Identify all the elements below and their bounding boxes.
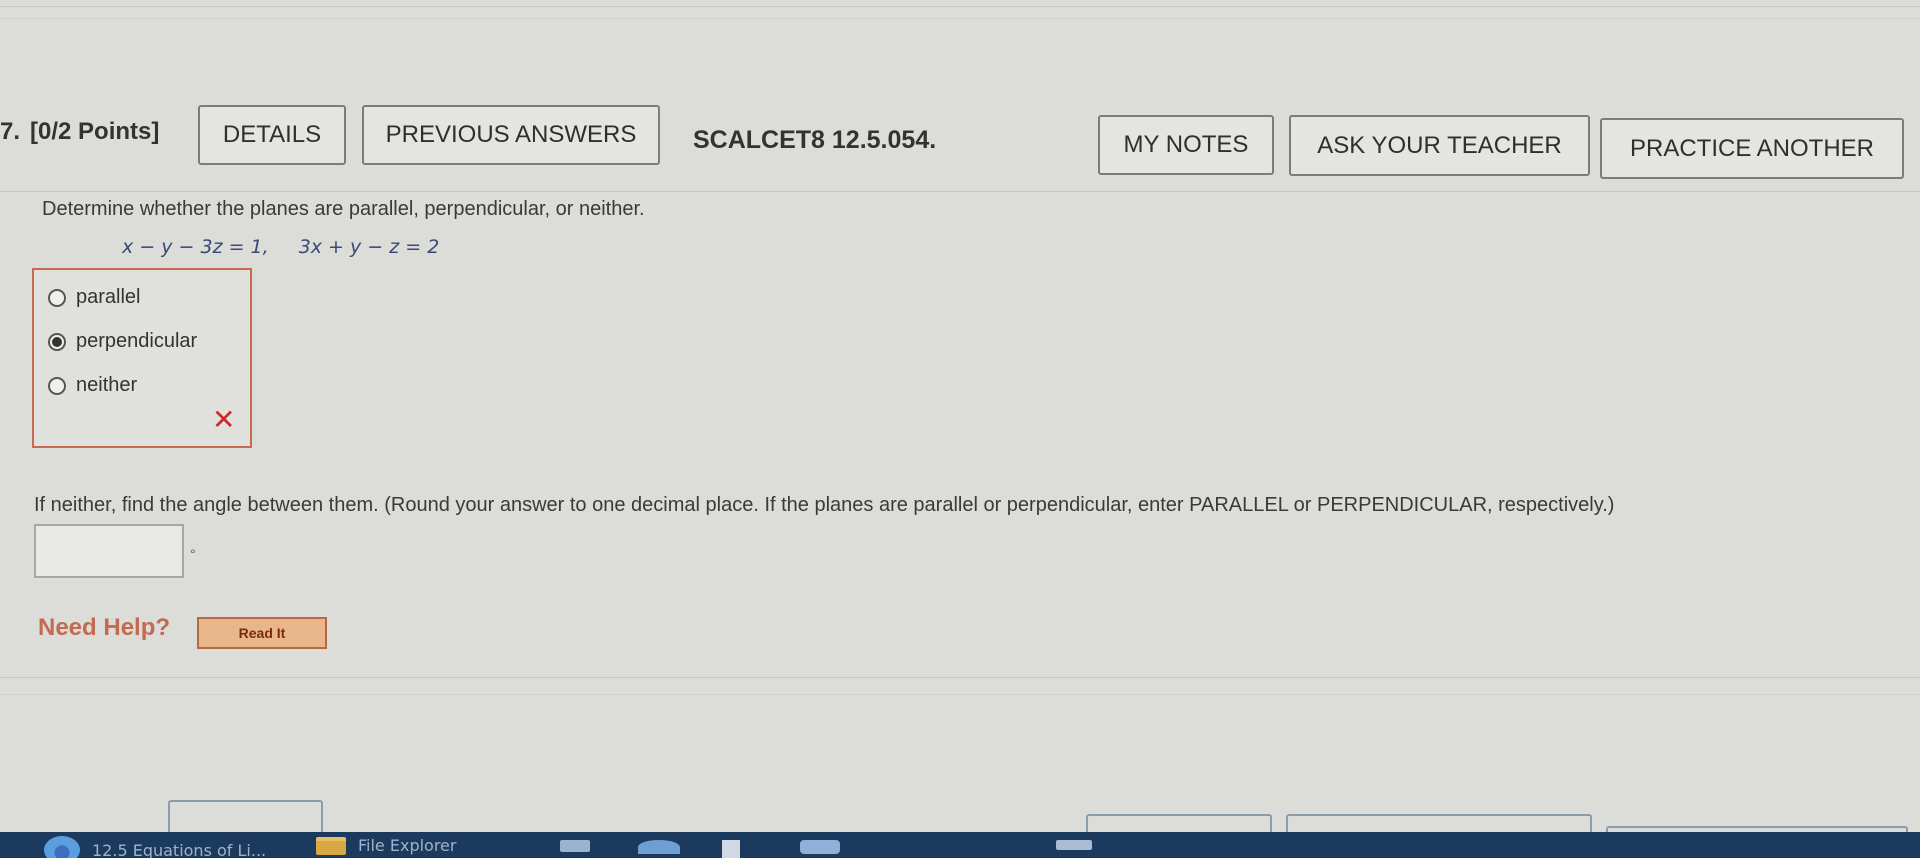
details-button[interactable]: DETAILS [198, 105, 346, 165]
equation-1: x − y − 3z = 1, [122, 236, 269, 258]
taskbar-app-icon[interactable] [560, 840, 590, 852]
plane-equations: x − y − 3z = 1, 3x + y − z = 2 [122, 236, 439, 258]
angle-answer-input[interactable] [34, 524, 184, 578]
read-it-button[interactable]: Read It [197, 617, 327, 649]
radio-button[interactable] [48, 376, 66, 395]
choice-neither[interactable]: neither [48, 374, 137, 397]
radio-button-selected[interactable] [48, 332, 66, 351]
previous-answers-button[interactable]: PREVIOUS ANSWERS [362, 105, 660, 165]
taskbar-browser-tab[interactable]: 12.5 Equations of Li... [44, 836, 266, 858]
folder-icon [316, 836, 346, 855]
choice-label: neither [76, 374, 138, 396]
question-code: SCALCET8 12.5.054. [693, 126, 937, 154]
answer-choices-box: parallel perpendicular neither ✕ [32, 268, 252, 448]
taskbar-browser-label: 12.5 Equations of Li... [92, 840, 267, 858]
need-help-label: Need Help? [38, 614, 171, 641]
choice-perpendicular[interactable]: perpendicular [48, 330, 197, 353]
taskbar-file-explorer[interactable]: File Explorer [316, 836, 456, 855]
question-prompt: Determine whether the planes are paralle… [42, 198, 645, 220]
choice-parallel[interactable]: parallel [48, 286, 140, 309]
divider [0, 6, 1920, 7]
practice-another-button[interactable]: PRACTICE ANOTHER [1600, 118, 1904, 179]
choice-label: parallel [76, 286, 141, 308]
ask-your-teacher-button[interactable]: ASK YOUR TEACHER [1289, 115, 1590, 176]
question-number: 7. [0, 118, 21, 145]
divider [0, 18, 1920, 19]
divider [0, 694, 1920, 695]
my-notes-button[interactable]: MY NOTES [1098, 115, 1274, 175]
chrome-icon [44, 836, 80, 858]
page: 7. [0/2 Points] DETAILS PREVIOUS ANSWERS… [0, 0, 1920, 858]
taskbar-app-icon[interactable] [722, 840, 740, 858]
followup-prompt: If neither, find the angle between them.… [34, 494, 1615, 516]
divider [0, 677, 1920, 678]
question-points: [0/2 Points] [30, 118, 160, 145]
taskbar [0, 832, 1920, 858]
taskbar-app-icon[interactable] [638, 840, 680, 854]
taskbar-app-icon[interactable] [800, 840, 840, 854]
radio-button[interactable] [48, 288, 66, 307]
x-mark-icon: ✕ [212, 403, 236, 436]
equation-2: 3x + y − z = 2 [298, 236, 440, 258]
taskbar-app-icon[interactable] [1056, 840, 1092, 850]
degree-symbol: ° [190, 546, 196, 562]
taskbar-explorer-label: File Explorer [358, 836, 457, 855]
choice-label: perpendicular [76, 330, 198, 352]
